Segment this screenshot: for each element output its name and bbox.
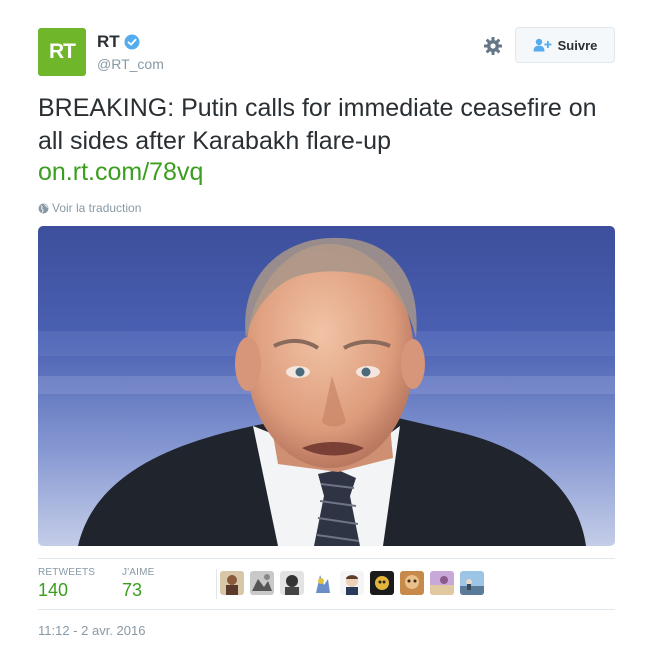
likes-label: J'AIME: [122, 567, 155, 578]
liker-avatar[interactable]: [460, 571, 484, 595]
tweet-link[interactable]: on.rt.com/78vq: [38, 158, 203, 187]
translate-label: Voir la traduction: [52, 201, 142, 215]
liker-avatar[interactable]: [340, 571, 364, 595]
follow-button-label: Suivre: [557, 37, 598, 53]
globe-icon: [38, 203, 49, 213]
tweet-timestamp[interactable]: 11:12 - 2 avr. 2016: [38, 623, 145, 638]
account-handle[interactable]: @RT_com: [97, 56, 164, 72]
account-avatar[interactable]: RT: [38, 28, 86, 76]
liker-avatar[interactable]: [310, 571, 334, 595]
engagement-stats: RETWEETS 140 J'AIME 73: [38, 558, 615, 610]
retweets-stat[interactable]: RETWEETS 140: [38, 567, 95, 601]
follow-button[interactable]: Suivre: [515, 27, 615, 63]
liker-avatar[interactable]: [430, 571, 454, 595]
retweets-label: RETWEETS: [38, 567, 96, 578]
follow-user-icon: [533, 38, 552, 52]
likes-stat[interactable]: J'AIME 73: [122, 567, 155, 601]
translate-link[interactable]: Voir la traduction: [38, 201, 141, 215]
stats-divider: [216, 569, 217, 599]
tweet-photo[interactable]: [38, 226, 615, 546]
retweets-count: 140: [38, 580, 69, 600]
account-name-row: RT: [97, 32, 140, 52]
avatar-logo-text: RT: [49, 40, 76, 63]
likers-avatars: [220, 571, 490, 595]
liker-avatar[interactable]: [220, 571, 244, 595]
liker-avatar[interactable]: [370, 571, 394, 595]
likes-count: 73: [122, 580, 143, 600]
account-name[interactable]: RT: [97, 32, 120, 52]
liker-avatar[interactable]: [400, 571, 424, 595]
liker-avatar[interactable]: [280, 571, 304, 595]
gear-icon[interactable]: [483, 36, 503, 56]
verified-badge-icon: [124, 34, 140, 50]
tweet-text: BREAKING: Putin calls for immediate ceas…: [38, 94, 597, 155]
liker-avatar[interactable]: [250, 571, 274, 595]
